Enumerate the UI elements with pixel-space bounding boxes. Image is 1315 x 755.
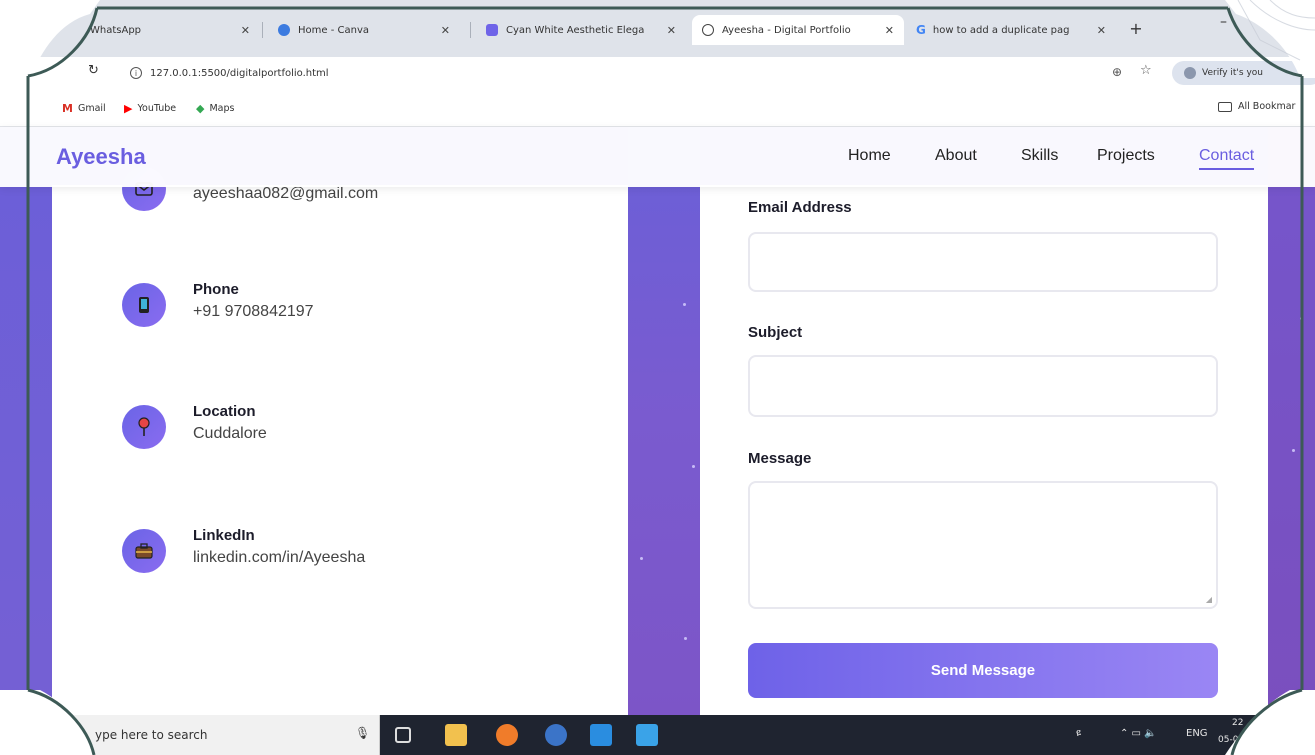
language-indicator[interactable]: ENG: [1186, 728, 1208, 739]
close-icon[interactable]: ✕: [441, 24, 450, 37]
contact-section: [0, 127, 1315, 715]
vscode-icon[interactable]: [590, 724, 612, 746]
bookmark-maps[interactable]: ◆ Maps: [196, 102, 234, 115]
bookmark-gmail[interactable]: M Gmail: [62, 102, 106, 115]
url-text: 127.0.0.1:5500/digitalportfolio.html: [150, 67, 329, 79]
resize-handle-icon[interactable]: ◢: [1206, 595, 1212, 604]
contact-info-card: [52, 185, 628, 715]
nav-contact[interactable]: Contact: [1199, 147, 1255, 170]
tab-title: Ayeesha - Digital Portfolio: [722, 24, 851, 36]
verify-button[interactable]: Verify it's you: [1172, 61, 1315, 85]
nav-about[interactable]: About: [935, 147, 977, 165]
globe-icon: [702, 24, 714, 36]
phone-title: Phone: [193, 281, 239, 298]
folder-icon: [1218, 101, 1232, 112]
tab-title: Cyan White Aesthetic Elega: [506, 24, 645, 36]
location-badge: [122, 405, 166, 449]
subject-label: Subject: [748, 324, 803, 341]
close-icon[interactable]: ✕: [1097, 24, 1106, 37]
tray-icons[interactable]: ⌃ ▭ 🔈: [1120, 728, 1157, 739]
minimize-button[interactable]: –: [1220, 14, 1227, 30]
site-navbar: Ayeesha Home About Skills Projects Conta…: [0, 127, 1315, 187]
tab-title: Home - Canva: [298, 24, 369, 36]
all-bookmarks-label: All Bookmar: [1238, 101, 1296, 112]
email-value[interactable]: ayeeshaa082@gmail.com: [193, 185, 378, 203]
tab-google-search[interactable]: G how to add a duplicate pag ✕: [906, 15, 1116, 45]
close-icon[interactable]: ✕: [885, 24, 894, 37]
zoom-icon[interactable]: ⊕: [1112, 65, 1122, 79]
email-label: Email Address: [748, 199, 852, 216]
site-logo[interactable]: Ayeesha: [56, 144, 146, 170]
briefcase-icon: [135, 543, 153, 559]
clock-date[interactable]: 05-0: [1218, 735, 1238, 745]
bookmarks-bar: M Gmail ▶ YouTube ◆ Maps All Bookmar: [0, 90, 1315, 127]
subject-field[interactable]: [748, 355, 1218, 417]
message-field[interactable]: ◢: [748, 481, 1218, 609]
email-field[interactable]: [748, 232, 1218, 292]
tab-whatsapp[interactable]: WhatsApp ✕: [80, 15, 260, 45]
linkedin-title: LinkedIn: [193, 527, 255, 544]
profile-icon: [1184, 67, 1196, 79]
canva-design-icon: [486, 24, 498, 36]
taskbar-search-text: ype here to search: [95, 728, 208, 742]
clock-time[interactable]: 22: [1232, 718, 1243, 728]
tab-title: WhatsApp: [90, 24, 142, 36]
tab-canva-design[interactable]: Cyan White Aesthetic Elega ✕: [476, 15, 686, 45]
canva-icon: [278, 24, 290, 36]
nav-skills[interactable]: Skills: [1021, 147, 1058, 165]
message-label: Message: [748, 450, 812, 467]
youtube-icon: ▶: [124, 102, 133, 115]
gmail-icon: M: [62, 102, 73, 115]
tab-portfolio[interactable]: Ayeesha - Digital Portfolio ✕: [692, 15, 904, 45]
firefox-icon[interactable]: [496, 724, 518, 746]
people-icon[interactable]: ዩ: [1076, 728, 1081, 739]
close-icon[interactable]: ✕: [667, 24, 676, 37]
maps-icon: ◆: [196, 102, 205, 115]
photos-icon[interactable]: [636, 724, 658, 746]
send-message-button[interactable]: Send Message: [748, 643, 1218, 698]
microphone-icon[interactable]: 🎙: [355, 726, 370, 740]
nav-home[interactable]: Home: [848, 147, 891, 165]
all-bookmarks-button[interactable]: All Bookmar: [1218, 101, 1295, 112]
chrome-icon[interactable]: [545, 724, 567, 746]
url-field[interactable]: i 127.0.0.1:5500/digitalportfolio.html: [122, 61, 1182, 85]
bookmark-label: Maps: [209, 103, 235, 114]
windows-taskbar: ype here to search 🎙 ዩ ⌃ ▭ 🔈 ENG 22 05-0: [0, 715, 1315, 755]
nav-projects[interactable]: Projects: [1097, 147, 1155, 165]
new-tab-button[interactable]: +: [1126, 15, 1146, 41]
info-icon[interactable]: i: [130, 67, 142, 79]
location-pin-icon: [138, 417, 150, 436]
location-title: Location: [193, 403, 256, 420]
phone-badge: [122, 283, 166, 327]
bookmark-label: Gmail: [77, 103, 106, 114]
bookmark-youtube[interactable]: ▶ YouTube: [124, 102, 176, 115]
file-explorer-icon[interactable]: [445, 724, 467, 746]
phone-value: +91 9708842197: [193, 303, 314, 320]
linkedin-badge: [122, 529, 166, 573]
reload-icon[interactable]: ↻: [88, 63, 99, 78]
bookmark-label: YouTube: [137, 103, 177, 114]
tab-canva-home[interactable]: Home - Canva ✕: [268, 15, 460, 45]
phone-icon: [139, 297, 149, 313]
tab-strip: WhatsApp ✕ Home - Canva ✕ Cyan White Aes…: [0, 0, 1315, 57]
taskbar-search[interactable]: ype here to search 🎙: [0, 715, 380, 755]
linkedin-value[interactable]: linkedin.com/in/Ayeesha: [193, 549, 365, 567]
close-icon[interactable]: ✕: [241, 24, 250, 37]
location-value: Cuddalore: [193, 425, 267, 442]
task-view-icon[interactable]: [395, 727, 411, 743]
bookmark-star-icon[interactable]: ☆: [1140, 63, 1152, 78]
screenshot: WhatsApp ✕ Home - Canva ✕ Cyan White Aes…: [0, 0, 1315, 755]
address-bar-row: ↻ i 127.0.0.1:5500/digitalportfolio.html…: [0, 57, 1315, 90]
verify-label: Verify it's you: [1202, 68, 1263, 78]
tab-title: how to add a duplicate pag: [932, 24, 1070, 36]
google-icon: G: [916, 23, 926, 37]
